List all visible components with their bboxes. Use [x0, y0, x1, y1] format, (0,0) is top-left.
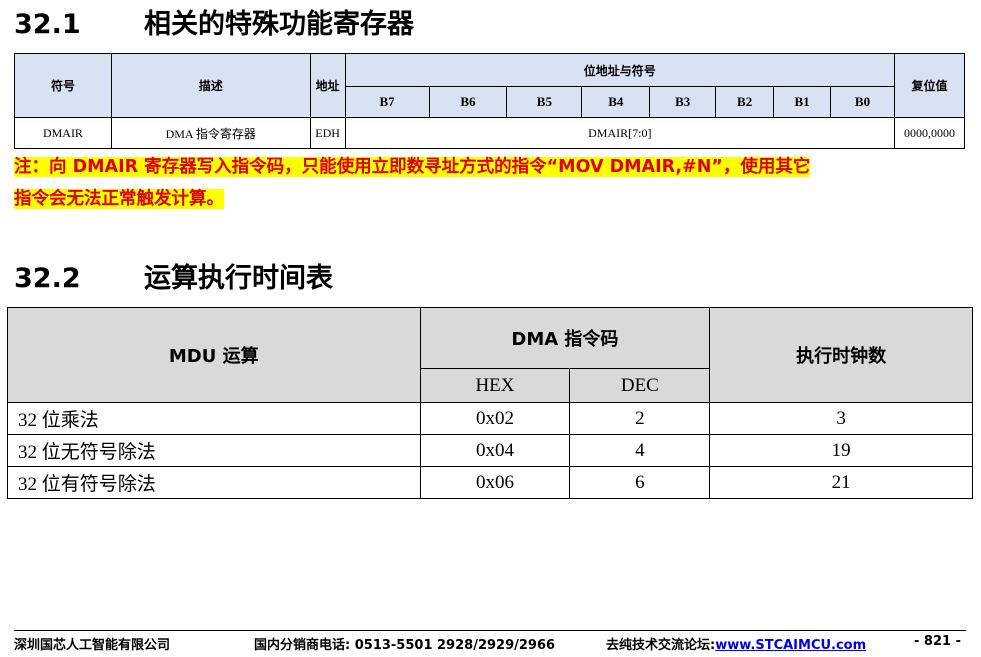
footer-phone: 国内分销商电话: 0513-5501 2928/2929/2966 — [254, 638, 556, 653]
cell-symbol: DMAIR — [14, 117, 112, 149]
header-dec: DEC — [569, 368, 711, 403]
cell-hex: 0x06 — [419, 466, 571, 499]
header-bit: B4 — [581, 86, 651, 118]
header-description: 描述 — [110, 53, 311, 118]
header-bit: B6 — [428, 86, 508, 118]
note: 注：向 DMAIR 寄存器写入指令码，只能使用立即数寻址方式的指令“MOV DM… — [14, 151, 966, 215]
page-number: - 821 - — [914, 634, 961, 649]
header-address: 地址 — [309, 53, 346, 118]
footer-company: 深圳国芯人工智能有限公司 — [14, 638, 171, 653]
footer-divider — [14, 630, 966, 631]
header-hex: HEX — [419, 368, 571, 403]
section-heading-32-2: 32.2 运算执行时间表 — [14, 256, 333, 295]
header-bit: B1 — [773, 86, 832, 118]
timing-table: MDU 运算 DMA 指令码 执行时钟数 HEX DEC 32 位乘法 0x02… — [7, 307, 973, 499]
table-row: 32 位乘法 0x02 2 3 — [7, 402, 973, 435]
cell-clocks: 3 — [709, 402, 973, 435]
cell-dec: 2 — [569, 402, 711, 435]
header-bit: B3 — [649, 86, 717, 118]
header-bits-group: 位地址与符号 — [344, 53, 895, 87]
cell-address: EDH — [309, 117, 346, 149]
note-line-1: 注：向 DMAIR 寄存器写入指令码，只能使用立即数寻址方式的指令“MOV DM… — [14, 157, 811, 177]
table-row: DMAIR DMA 指令寄存器 EDH DMAIR[7:0] 0000,0000 — [14, 117, 966, 149]
table-row: 32 位有符号除法 0x06 6 21 — [7, 466, 973, 499]
section-title: 运算执行时间表 — [144, 263, 333, 294]
header-bit: B7 — [344, 86, 430, 118]
forum-link[interactable]: www.STCAIMCU.com — [715, 638, 866, 653]
cell-description: DMA 指令寄存器 — [110, 117, 311, 149]
header-bit: B5 — [506, 86, 583, 118]
header-clocks: 执行时钟数 — [709, 307, 973, 403]
cell-clocks: 19 — [709, 434, 973, 467]
section-number: 32.2 — [14, 263, 81, 294]
cell-op: 32 位有符号除法 — [7, 466, 421, 499]
cell-clocks: 21 — [709, 466, 973, 499]
footer-forum: 去纯技术交流论坛:www.STCAIMCU.com — [606, 634, 866, 653]
section-heading-32-1: 32.1 相关的特殊功能寄存器 — [14, 2, 414, 41]
cell-hex: 0x02 — [419, 402, 571, 435]
section-title: 相关的特殊功能寄存器 — [144, 9, 414, 40]
footer-forum-label: 去纯技术交流论坛: — [606, 638, 716, 653]
section-number: 32.1 — [14, 9, 81, 40]
cell-op: 32 位无符号除法 — [7, 434, 421, 467]
cell-dec: 4 — [569, 434, 711, 467]
cell-dec: 6 — [569, 466, 711, 499]
header-symbol: 符号 — [14, 53, 112, 118]
note-line-2: 指令会无法正常触发计算。 — [14, 189, 224, 209]
table-row: 32 位无符号除法 0x04 4 19 — [7, 434, 973, 467]
header-reset: 复位值 — [893, 53, 966, 118]
header-code: DMA 指令码 — [419, 307, 711, 369]
cell-bits-value: DMAIR[7:0] — [344, 117, 895, 149]
cell-hex: 0x04 — [419, 434, 571, 467]
cell-op: 32 位乘法 — [7, 402, 421, 435]
cell-reset: 0000,0000 — [893, 117, 966, 149]
sfr-table: 符号 描述 地址 位地址与符号 复位值 B7 B6 B5 B4 B3 B2 B1… — [14, 53, 966, 149]
header-op: MDU 运算 — [7, 307, 421, 403]
header-bit: B2 — [715, 86, 775, 118]
header-bit: B0 — [830, 86, 895, 118]
